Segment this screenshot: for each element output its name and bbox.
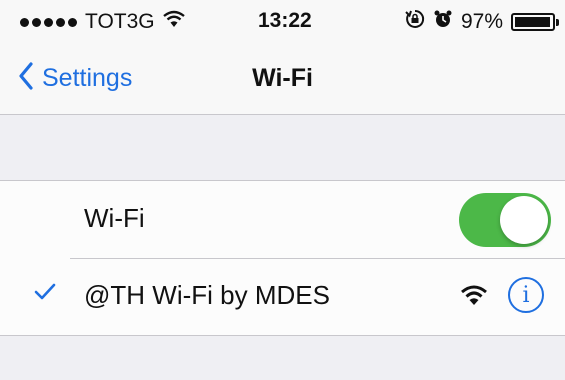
signal-strength-dots: [20, 17, 77, 27]
status-left: TOT3G: [20, 10, 185, 34]
back-button-label: Settings: [42, 64, 133, 92]
wifi-list-group: Wi-Fi @TH Wi-Fi by MDES i: [0, 180, 565, 336]
alarm-icon: [433, 9, 453, 35]
wifi-toggle-row: Wi-Fi: [0, 181, 565, 258]
back-button[interactable]: Settings: [18, 62, 132, 95]
status-bar: TOT3G 13:22 97%: [0, 0, 565, 44]
orientation-lock-icon: [405, 9, 425, 35]
toggle-knob: [500, 196, 548, 244]
status-right: 97%: [405, 9, 559, 35]
battery-level-fill: [515, 17, 550, 27]
battery-icon: [511, 13, 559, 31]
wifi-icon: [162, 10, 185, 34]
status-time: 13:22: [258, 9, 312, 32]
chevron-left-icon: [18, 62, 34, 95]
checkmark-icon: [34, 282, 56, 307]
signal-dot: [56, 17, 65, 27]
info-glyph: i: [522, 282, 530, 308]
signal-dot: [68, 17, 77, 27]
signal-dot: [44, 17, 53, 27]
wifi-signal-icon: [460, 284, 488, 311]
network-name: @TH Wi-Fi by MDES: [84, 280, 330, 310]
carrier-name: TOT3G: [85, 10, 155, 33]
signal-dot: [32, 17, 41, 27]
navigation-bar: Wi-Fi Settings: [0, 44, 565, 115]
battery-percent: 97%: [460, 10, 503, 33]
signal-dot: [20, 17, 29, 27]
wifi-toggle-label: Wi-Fi: [84, 203, 145, 233]
battery-tip: [556, 19, 559, 26]
wifi-settings-screen: TOT3G 13:22 97% Wi-Fi Settings Wi-Fi @TH…: [0, 0, 565, 380]
network-row[interactable]: @TH Wi-Fi by MDES i: [0, 258, 565, 335]
info-icon[interactable]: i: [508, 277, 544, 313]
wifi-toggle-switch[interactable]: [459, 193, 551, 247]
